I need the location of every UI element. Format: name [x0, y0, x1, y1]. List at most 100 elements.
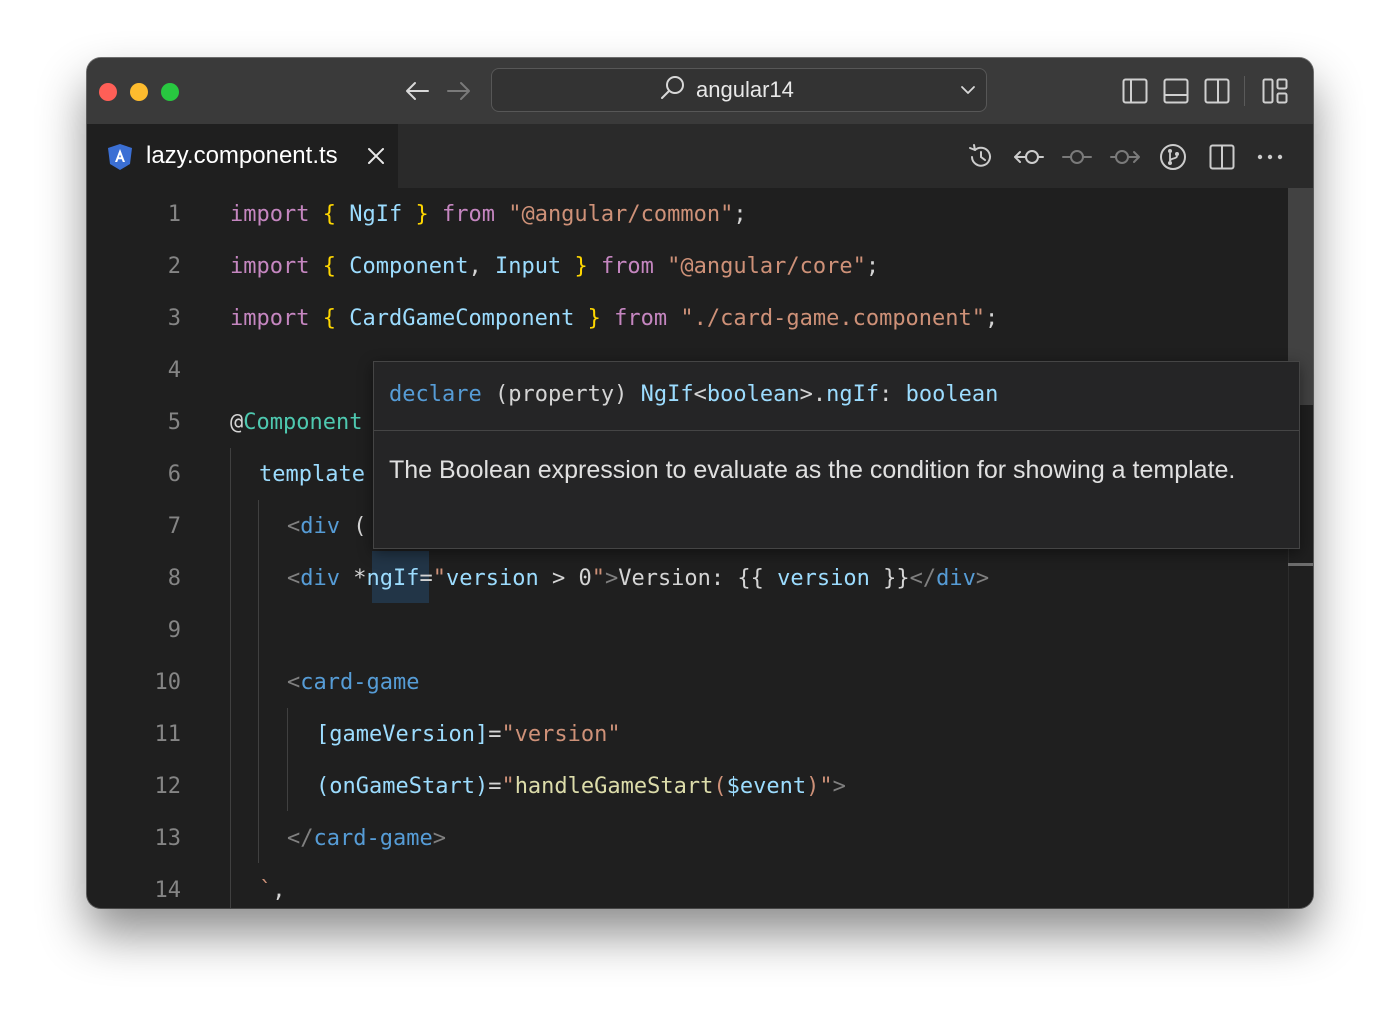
code-token: <: [287, 514, 301, 539]
chevron-down-icon[interactable]: [960, 82, 976, 102]
timeline-history-icon[interactable]: [965, 141, 997, 173]
code-token: import: [230, 306, 310, 331]
code-token: )": [806, 774, 833, 799]
forward-arrow-icon[interactable]: [444, 76, 474, 106]
line-number: 6: [167, 462, 181, 487]
more-actions-icon[interactable]: [1254, 141, 1286, 173]
line-number: 1: [167, 202, 181, 227]
code-token: </: [909, 566, 937, 591]
minimize-window-icon[interactable]: [130, 83, 148, 101]
line-number: 7: [167, 514, 181, 539]
code-token: {: [322, 306, 336, 331]
split-editor-icon[interactable]: [1206, 141, 1238, 173]
indent-guide: [230, 448, 231, 908]
back-arrow-icon[interactable]: [402, 76, 432, 106]
tab-lazy-component[interactable]: lazy.component.ts: [87, 124, 398, 188]
code-token: }: [415, 202, 429, 227]
current-change-icon[interactable]: [1061, 141, 1093, 173]
code-line-2: import { Component, Input } from "@angul…: [230, 252, 879, 282]
code-token: *: [340, 566, 367, 591]
code-token: import: [230, 254, 310, 279]
code-token: =: [419, 566, 433, 591]
zoom-window-icon[interactable]: [161, 83, 179, 101]
code-token: >: [604, 566, 619, 591]
code-line-11: [gameVersion]="version": [316, 720, 621, 750]
code-token: declare: [389, 382, 482, 407]
title-bar: angular14: [87, 58, 1313, 124]
code-token: div: [936, 566, 976, 591]
code-token: <: [287, 670, 301, 695]
code-token: (property): [481, 382, 641, 407]
search-icon: [660, 75, 686, 105]
tab-label: lazy.component.ts: [146, 142, 338, 169]
code-token: card-game: [300, 670, 420, 695]
indent-guide: [258, 500, 259, 863]
code-line-7: <div (: [287, 512, 367, 542]
code-token: $event: [726, 774, 807, 799]
code-line-1: import { NgIf } from "@angular/common";: [230, 200, 747, 230]
workspace-name: angular14: [696, 77, 794, 102]
previous-change-icon[interactable]: [1013, 141, 1045, 173]
next-change-icon[interactable]: [1109, 141, 1141, 173]
code-token: >.: [799, 382, 827, 407]
customize-layout-icon[interactable]: [1260, 76, 1290, 106]
hover-tooltip: declare (property) NgIf<boolean>.ngIf: b…: [373, 361, 1300, 549]
code-token: boolean: [905, 382, 999, 407]
code-token: import: [230, 202, 310, 227]
code-token: <: [287, 566, 301, 591]
line-number: 3: [167, 306, 181, 331]
code-line-12: (onGameStart)="handleGameStart($event)">: [316, 772, 846, 802]
code-token: =: [488, 722, 502, 747]
code-token: Component: [243, 410, 363, 435]
code-token: "version": [501, 722, 621, 747]
code-token: version: [777, 566, 870, 591]
line-number: 2: [167, 254, 181, 279]
code-token: [gameVersion]: [316, 722, 489, 747]
code-token: "@angular/core": [667, 254, 866, 279]
code-token: >: [538, 566, 579, 591]
code-token: div: [300, 566, 340, 591]
command-center-search[interactable]: angular14: [491, 68, 987, 112]
scrollbar-cursor-marker: [1288, 563, 1313, 566]
toggle-secondary-sidebar-icon[interactable]: [1202, 76, 1232, 106]
code-token: ,: [272, 878, 286, 903]
line-number: 14: [154, 878, 182, 903]
code-token: ;: [733, 202, 747, 227]
code-token: from: [614, 306, 668, 331]
line-number: 9: [167, 618, 181, 643]
hover-signature: declare (property) NgIf<boolean>.ngIf: b…: [389, 380, 998, 410]
code-token: @: [230, 410, 244, 435]
close-icon[interactable]: [364, 144, 388, 168]
code-token: "./card-game.component": [680, 306, 986, 331]
code-token: ": [501, 774, 515, 799]
code-token: ,: [468, 254, 495, 279]
code-line-5: @Component: [230, 408, 362, 438]
line-number: 4: [167, 358, 181, 383]
code-line-8: <div *ngIf="version > 0">Version: {{ ver…: [287, 564, 989, 594]
code-token: NgIf: [349, 202, 403, 227]
code-token: card-game: [313, 826, 433, 851]
toggle-panel-icon[interactable]: [1161, 76, 1191, 106]
code-token: </: [287, 826, 314, 851]
line-number: 10: [154, 670, 182, 695]
source-control-icon[interactable]: [1157, 141, 1189, 173]
code-token: }: [574, 254, 588, 279]
code-token: "@angular/common": [508, 202, 734, 227]
code-token: ;: [985, 306, 999, 331]
code-token: CardGameComponent: [349, 306, 575, 331]
code-token: }}: [869, 566, 910, 591]
code-line-3: import { CardGameComponent } from "./car…: [230, 304, 998, 334]
toggle-primary-sidebar-icon[interactable]: [1120, 76, 1150, 106]
close-window-icon[interactable]: [99, 83, 117, 101]
code-token: ngIf: [366, 566, 420, 591]
